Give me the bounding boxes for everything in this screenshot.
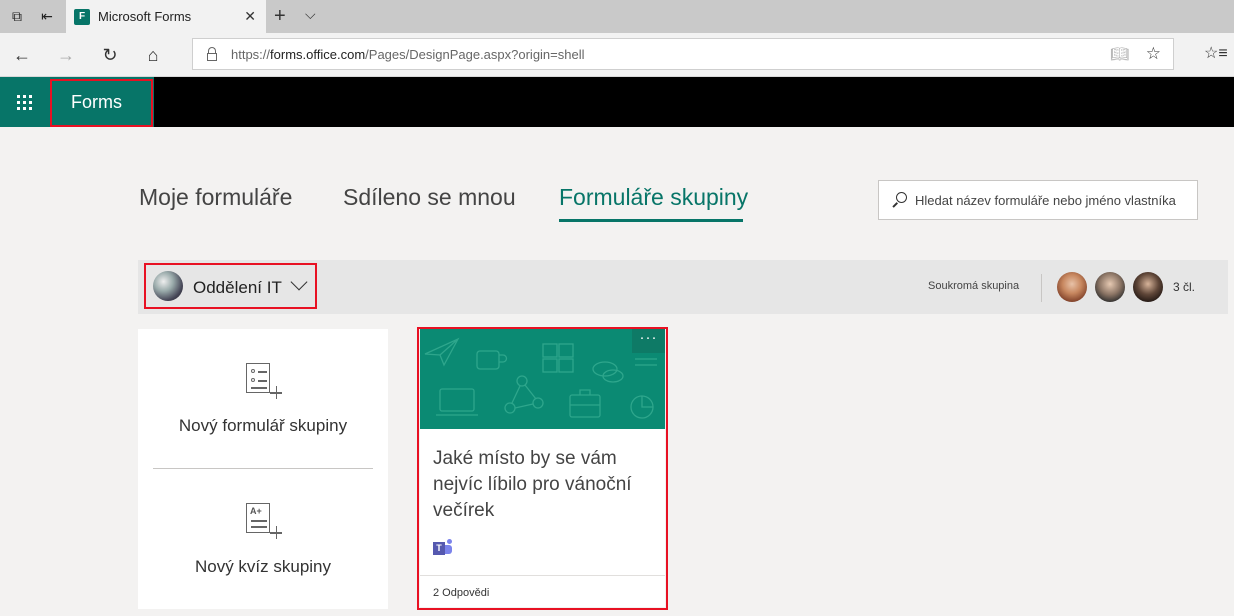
- home-icon[interactable]: ⌂: [141, 43, 165, 67]
- new-tab-icon[interactable]: +: [274, 5, 286, 28]
- member-avatar[interactable]: [1057, 272, 1087, 302]
- new-quiz-label: Nový kvíz skupiny: [194, 557, 332, 576]
- search-icon: [891, 192, 907, 208]
- chevron-down-icon[interactable]: ⌵: [305, 6, 316, 23]
- refresh-icon[interactable]: ↻: [98, 43, 122, 67]
- teams-icon: T: [433, 539, 455, 557]
- member-avatar[interactable]: [1095, 272, 1125, 302]
- group-name[interactable]: Oddělení IT: [193, 278, 282, 298]
- tab-my-forms[interactable]: Moje formuláře: [139, 184, 292, 211]
- group-bar: Oddělení IT Soukromá skupina 3 čl.: [138, 260, 1228, 314]
- back-icon[interactable]: ←: [10, 43, 34, 67]
- tab-group-forms[interactable]: Formuláře skupiny: [559, 184, 748, 211]
- tab-shared-with-me[interactable]: Sdíleno se mnou: [343, 184, 516, 211]
- app-launcher-icon[interactable]: [0, 77, 50, 127]
- browser-tab-bar: ⧉ ⇤ F Microsoft Forms ✕ + ⌵: [0, 0, 1234, 33]
- responses-count: 2 Odpovědi: [433, 587, 490, 599]
- favorite-star-icon[interactable]: ☆: [1146, 44, 1161, 64]
- forms-favicon-icon: F: [74, 9, 90, 25]
- create-panel: Nový formulář skupiny A+ Nový kvíz skupi…: [138, 329, 388, 609]
- form-card[interactable]: ··· Jaké místo by se vám nejvíc líbilo p…: [420, 329, 665, 607]
- browser-nav-bar: ← → ↻ ⌂ https://forms.office.com/Pages/D…: [0, 33, 1234, 77]
- search-input[interactable]: [915, 181, 1195, 219]
- app-name-link[interactable]: Forms: [50, 77, 154, 127]
- group-avatar: [153, 271, 183, 301]
- forward-icon[interactable]: →: [54, 43, 78, 67]
- url-text[interactable]: https://forms.office.com/Pages/DesignPag…: [231, 47, 585, 62]
- lock-icon: [207, 47, 217, 61]
- form-card-banner: ···: [420, 329, 665, 429]
- divider: [420, 575, 665, 576]
- new-group-quiz-button[interactable]: A+ Nový kvíz skupiny: [138, 469, 388, 607]
- app-header: Forms: [0, 77, 1234, 127]
- new-quiz-icon: A+: [246, 503, 282, 541]
- favorites-list-icon[interactable]: ☆≡: [1204, 43, 1228, 63]
- more-options-button[interactable]: ···: [632, 329, 665, 353]
- new-form-icon: [246, 363, 282, 401]
- search-box[interactable]: [878, 180, 1198, 220]
- active-tab-indicator: [559, 219, 743, 222]
- close-tab-icon[interactable]: ✕: [244, 8, 256, 25]
- new-group-form-button[interactable]: Nový formulář skupiny: [138, 329, 388, 467]
- set-aside-tabs-icon[interactable]: ⇤: [36, 6, 58, 26]
- address-bar[interactable]: https://forms.office.com/Pages/DesignPag…: [192, 38, 1174, 70]
- form-title[interactable]: Jaké místo by se vám nejvíc líbilo pro v…: [433, 446, 653, 524]
- chevron-down-icon[interactable]: [290, 273, 308, 291]
- divider: [1041, 274, 1042, 302]
- tab-title: Microsoft Forms: [98, 9, 192, 24]
- tab-actions-icon[interactable]: ⧉: [6, 6, 28, 26]
- group-privacy-label: Soukromá skupina: [928, 280, 1020, 292]
- browser-tab[interactable]: F Microsoft Forms ✕: [66, 0, 266, 33]
- reading-view-icon[interactable]: 📖︎: [1110, 45, 1129, 63]
- new-form-label: Nový formulář skupiny: [178, 416, 348, 435]
- banner-pattern-icon: [424, 337, 657, 419]
- member-count[interactable]: 3 čl.: [1173, 280, 1195, 294]
- member-avatar[interactable]: [1133, 272, 1163, 302]
